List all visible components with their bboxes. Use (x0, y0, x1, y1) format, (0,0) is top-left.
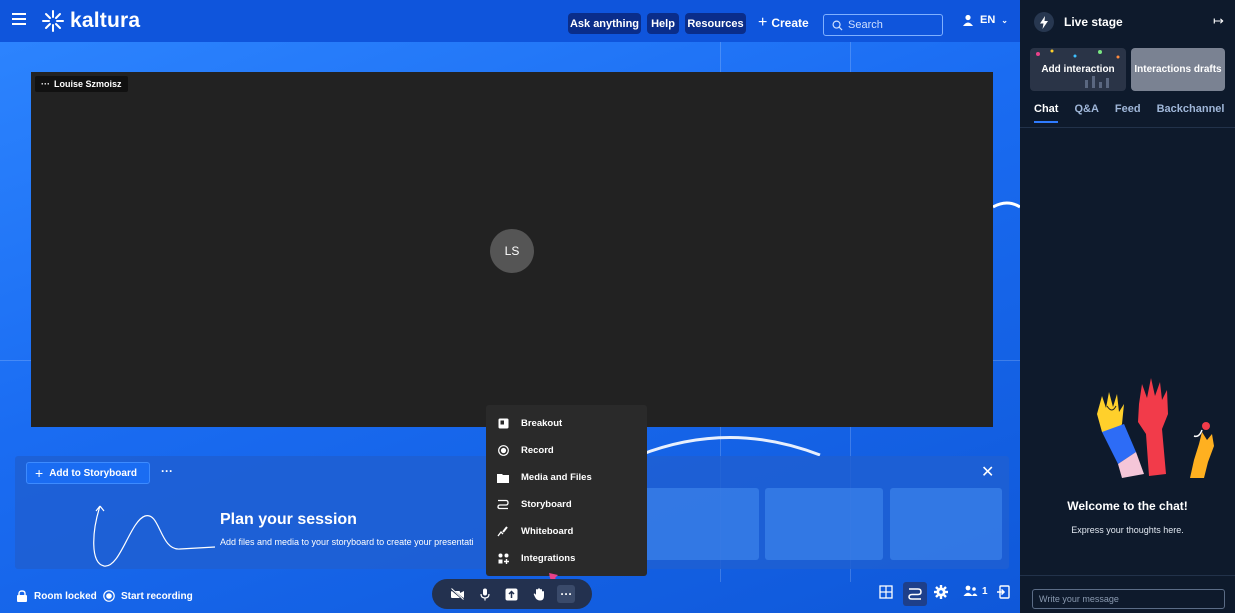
collapse-panel-icon[interactable]: ↦ (1213, 13, 1224, 29)
storyboard-icon (497, 499, 509, 511)
add-interaction-label: Add interaction (1041, 64, 1115, 75)
resources-button[interactable]: Resources (685, 13, 746, 34)
kaltura-logo[interactable]: kaltura (42, 9, 140, 33)
main-stage-area: kaltura Ask anything Help Resources + Cr… (0, 0, 1020, 613)
layout-grid-icon[interactable] (879, 585, 893, 599)
tabs-divider (1020, 127, 1235, 128)
menu-item-label: Media and Files (521, 472, 592, 483)
user-icon (963, 14, 973, 26)
plus-icon: + (35, 465, 44, 481)
search-icon (832, 20, 843, 31)
search-input[interactable]: Search (823, 14, 943, 36)
interactions-drafts-label: Interactions drafts (1134, 64, 1222, 75)
menu-item-whiteboard[interactable]: Whiteboard (486, 518, 647, 545)
create-button[interactable]: + Create (758, 14, 809, 32)
live-stage-title: Live stage (1034, 12, 1123, 32)
create-label: Create (771, 16, 809, 30)
tab-backchannel[interactable]: Backchannel (1157, 103, 1225, 123)
menu-item-label: Record (521, 445, 554, 456)
tab-qa[interactable]: Q&A (1074, 103, 1098, 123)
storyboard-slot[interactable] (639, 488, 759, 560)
lock-icon (17, 590, 27, 602)
add-to-storyboard-button[interactable]: + Add to Storyboard (26, 462, 150, 484)
kaltura-logo-icon (42, 10, 64, 32)
plan-session-subtitle: Add files and media to your storyboard t… (220, 537, 474, 547)
user-language-menu[interactable]: EN ⌄ (962, 14, 1008, 26)
panel-header: Live stage ↦ (1020, 0, 1235, 42)
search-placeholder: Search (848, 19, 883, 31)
leave-session-icon[interactable] (996, 585, 1010, 599)
microphone-icon[interactable] (476, 585, 494, 603)
menu-item-media-files[interactable]: Media and Files (486, 464, 647, 491)
menu-item-breakout[interactable]: Breakout (486, 410, 647, 437)
chat-welcome-subtitle: Express your thoughts here. (1071, 525, 1184, 535)
participants-button[interactable]: 1 (963, 585, 988, 597)
participants-count: 1 (982, 585, 988, 597)
chat-message-input[interactable]: Write your message (1032, 589, 1225, 609)
integrations-icon (497, 553, 509, 565)
tab-feed[interactable]: Feed (1115, 103, 1141, 123)
settings-gear-icon[interactable] (934, 585, 948, 599)
menu-item-label: Breakout (521, 418, 563, 429)
lightning-icon (1034, 12, 1054, 32)
menu-item-record[interactable]: Record (486, 437, 647, 464)
participant-name-tag[interactable]: ··· Louise Szmoisz (35, 76, 128, 92)
hamburger-menu-icon[interactable] (12, 13, 26, 25)
message-placeholder: Write your message (1039, 594, 1119, 604)
camera-off-icon[interactable] (449, 585, 467, 603)
record-icon (497, 445, 509, 457)
add-interaction-button[interactable]: Add interaction (1030, 48, 1126, 91)
squiggle-illustration (93, 505, 216, 567)
avatar: LS (490, 229, 534, 273)
menu-item-label: Integrations (521, 553, 576, 564)
record-icon (103, 590, 115, 602)
storyboard-slot[interactable] (890, 488, 1002, 560)
live-stage-label: Live stage (1064, 15, 1123, 29)
chat-welcome-title: Welcome to the chat! (1067, 499, 1188, 513)
top-bar: kaltura Ask anything Help Resources + Cr… (0, 0, 1020, 42)
participant-video-tile[interactable]: ··· Louise Szmoisz LS (31, 72, 993, 427)
start-recording-label: Start recording (121, 590, 193, 602)
help-button[interactable]: Help (647, 13, 679, 34)
breakout-icon (497, 418, 509, 430)
more-options-icon: ··· (41, 79, 50, 89)
storyboard-more-button[interactable]: ··· (161, 464, 173, 478)
room-locked-label: Room locked (34, 590, 97, 602)
menu-item-storyboard[interactable]: Storyboard (486, 491, 647, 518)
tab-chat[interactable]: Chat (1034, 103, 1059, 123)
storyboard-slot[interactable] (765, 488, 883, 560)
more-icon: ··· (560, 587, 573, 601)
storyboard-toggle-icon[interactable] (903, 582, 927, 606)
background-arc (993, 201, 1020, 209)
menu-item-integrations[interactable]: Integrations (486, 545, 647, 572)
raise-hand-icon[interactable] (530, 585, 548, 603)
media-controls: ··· (432, 579, 592, 609)
participant-name: Louise Szmoisz (54, 79, 122, 89)
start-recording-button[interactable]: Start recording (103, 590, 193, 602)
brand-name: kaltura (70, 9, 141, 32)
more-options-button[interactable]: ··· (557, 585, 576, 603)
participants-icon (963, 585, 978, 596)
plus-icon: + (758, 14, 768, 31)
composer-divider (1020, 575, 1235, 576)
more-actions-menu: Breakout Record Media and Files Storyboa… (486, 405, 647, 576)
chevron-down-icon: ⌄ (1001, 15, 1008, 25)
live-stage-panel: Live stage ↦ Add interaction Interaction… (1020, 0, 1235, 613)
share-screen-icon[interactable] (503, 585, 521, 603)
plan-session-title: Plan your session (220, 511, 357, 528)
interactions-drafts-button[interactable]: Interactions drafts (1131, 48, 1225, 91)
ask-anything-button[interactable]: Ask anything (568, 13, 641, 34)
whiteboard-icon (497, 526, 509, 538)
room-locked-button[interactable]: Room locked (16, 590, 97, 602)
close-icon[interactable]: ✕ (981, 462, 994, 482)
raised-hands-illustration (1097, 378, 1214, 478)
chat-tabs: Chat Q&A Feed Backchannel (1034, 103, 1224, 123)
folder-icon (497, 472, 509, 484)
menu-item-label: Storyboard (521, 499, 572, 510)
language-label: EN (980, 14, 996, 26)
add-to-storyboard-label: Add to Storyboard (49, 467, 137, 479)
menu-item-label: Whiteboard (521, 526, 574, 537)
